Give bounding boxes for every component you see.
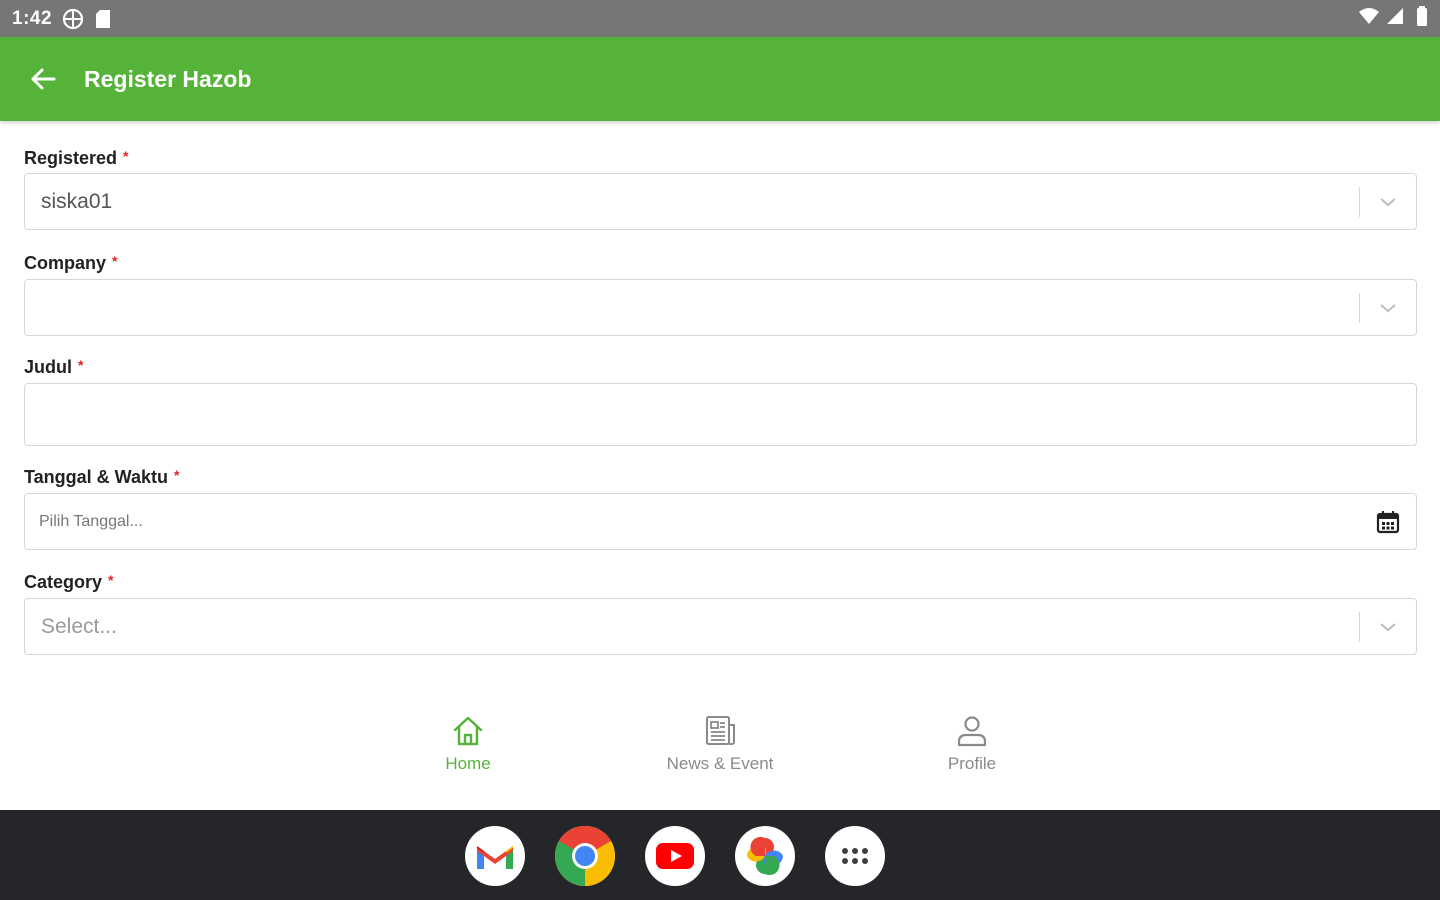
battery-icon: [1416, 6, 1428, 31]
signal-icon: [1386, 7, 1404, 30]
register-form: Registered * siska01 Company * Judul * Tang…: [24, 121, 1417, 686]
tanggal-label: Tanggal & Waktu *: [24, 467, 180, 487]
app-bar: Register Hazob: [0, 37, 1440, 121]
youtube-icon[interactable]: [645, 826, 705, 886]
wifi-icon: [1358, 7, 1380, 30]
person-icon: [957, 716, 987, 747]
status-time: 1:42: [12, 7, 53, 29]
back-button[interactable]: [28, 64, 58, 94]
judul-label: Judul *: [24, 357, 84, 377]
nav-item-news-event[interactable]: News & Event: [640, 714, 800, 774]
app-drawer-icon[interactable]: [825, 826, 885, 886]
category-placeholder: Select...: [41, 614, 117, 638]
chevron-down-icon[interactable]: [1360, 599, 1416, 654]
nav-item-label: Home: [445, 754, 491, 773]
sd-card-icon: [94, 9, 112, 29]
judul-input[interactable]: [24, 383, 1417, 446]
status-bar: 1:42: [0, 0, 1440, 37]
bottom-navigation: Home News & Event Profile: [0, 686, 1440, 810]
company-label: Company *: [24, 253, 118, 273]
chevron-down-icon[interactable]: [1360, 280, 1416, 335]
tanggal-input[interactable]: Pilih Tanggal...: [24, 493, 1417, 550]
calendar-icon[interactable]: [1360, 494, 1416, 549]
chevron-down-icon[interactable]: [1360, 174, 1416, 229]
chrome-icon[interactable]: [555, 826, 615, 886]
vpn-globe-icon: [62, 8, 84, 30]
newspaper-icon: [706, 716, 735, 745]
page-title: Register Hazob: [84, 65, 252, 92]
category-label: Category *: [24, 572, 114, 592]
tanggal-placeholder: Pilih Tanggal...: [39, 512, 143, 530]
arrow-left-icon: [31, 68, 56, 90]
gmail-icon[interactable]: [465, 826, 525, 886]
nav-item-home[interactable]: Home: [388, 714, 548, 774]
home-icon: [453, 716, 483, 746]
company-select[interactable]: [24, 279, 1417, 336]
taskbar-dock: [0, 810, 1440, 900]
nav-item-label: News & Event: [666, 754, 774, 773]
category-select[interactable]: Select...: [24, 598, 1417, 655]
nav-item-profile[interactable]: Profile: [892, 714, 1052, 774]
photos-icon[interactable]: [735, 826, 795, 886]
status-right: [1358, 6, 1428, 31]
nav-item-label: Profile: [947, 754, 997, 773]
registered-select[interactable]: siska01: [24, 173, 1417, 230]
registered-value: siska01: [41, 189, 113, 213]
registered-label: Registered *: [24, 148, 129, 168]
